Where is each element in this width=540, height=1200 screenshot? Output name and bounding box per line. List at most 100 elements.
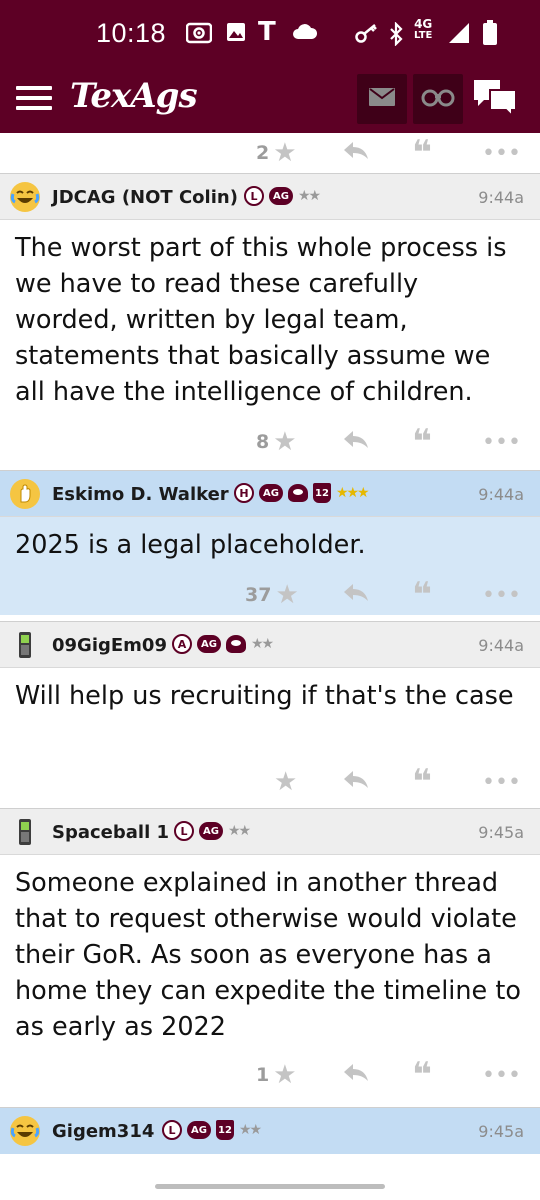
post-actions: 1 ★ ❝ •••	[0, 1055, 540, 1095]
post-actions: 8 ★ ❝ •••	[0, 422, 540, 462]
more-button[interactable]: •••	[482, 422, 521, 462]
quote-button[interactable]: ❝	[412, 762, 432, 802]
image-icon	[226, 22, 246, 49]
network-lte: LTE	[414, 30, 433, 41]
battery-icon	[482, 20, 498, 53]
user-stars: ★★	[250, 636, 274, 652]
post-time: 9:45a	[478, 1122, 524, 1141]
badge-l: L	[174, 821, 194, 841]
star-count: 37	[245, 584, 272, 606]
post: JDCAG (NOT Colin) L AG ★★ 9:44a The wors…	[0, 173, 540, 462]
more-button[interactable]: •••	[482, 133, 521, 173]
badge-l: L	[162, 1120, 182, 1140]
quote-icon: ❝	[412, 762, 432, 802]
quote-icon: ❝	[412, 133, 432, 173]
more-dots-icon: •••	[482, 1062, 521, 1088]
user-badges: L AG ★★	[174, 821, 251, 841]
post-body: 2025 is a legal placeholder.	[15, 530, 366, 560]
user-stars: ★★★	[335, 485, 370, 501]
more-button[interactable]: •••	[482, 1055, 521, 1095]
username[interactable]: Gigem314	[52, 1121, 154, 1142]
username[interactable]: Eskimo D. Walker	[52, 484, 229, 505]
star-button[interactable]: 37 ★	[245, 575, 299, 615]
username[interactable]: Spaceball 1	[52, 822, 169, 843]
mail-icon	[368, 87, 396, 111]
quote-button[interactable]: ❝	[412, 133, 432, 173]
post-header: Spaceball 1 L AG ★★ 9:45a	[0, 809, 540, 855]
reply-button[interactable]	[342, 1055, 370, 1095]
reply-button[interactable]	[342, 133, 370, 173]
post-actions: ★ ❝ •••	[0, 762, 540, 802]
post-actions: 2 ★ ❝ •••	[0, 133, 540, 173]
network-4g: 4G	[414, 17, 433, 31]
post-time: 9:44a	[478, 188, 524, 207]
gig-em-hand-avatar[interactable]	[10, 479, 40, 509]
star-button[interactable]: 8 ★	[256, 422, 297, 462]
texags-logo[interactable]: TexAgs	[70, 76, 198, 116]
more-button[interactable]: •••	[482, 575, 521, 615]
quote-button[interactable]: ❝	[412, 1055, 432, 1095]
screen-record-icon	[185, 22, 213, 51]
star-count: 1	[256, 1064, 270, 1086]
bluetooth-icon	[388, 21, 404, 53]
phone-avatar[interactable]	[14, 817, 44, 847]
username[interactable]: JDCAG (NOT Colin)	[52, 187, 238, 208]
gesture-nav-handle[interactable]	[155, 1184, 385, 1189]
star-icon: ★	[274, 767, 298, 797]
badge-ag: AG	[259, 484, 283, 502]
more-button[interactable]: •••	[482, 762, 521, 802]
helmet-badge-icon	[225, 635, 246, 653]
reply-button[interactable]	[342, 422, 370, 462]
post: Gigem314 L AG 12 ★★ 9:45a	[0, 1107, 540, 1154]
star-button[interactable]: 2 ★	[256, 133, 297, 173]
badge-ag: AG	[187, 1121, 211, 1139]
mail-button[interactable]	[357, 74, 407, 124]
signal-icon	[448, 22, 470, 51]
post: 09GigEm09 A AG ★★ 9:44a Will help us rec…	[0, 621, 540, 802]
post-time: 9:44a	[478, 636, 524, 655]
reply-icon	[342, 138, 370, 168]
star-count: 2	[256, 142, 270, 164]
app-bar: TexAgs	[0, 70, 540, 133]
quote-button[interactable]: ❝	[412, 422, 432, 462]
badge-12th-man: 12	[312, 483, 331, 503]
thread-feed: 2 ★ ❝ ••• JDCAG (NOT Colin) L AG ★★ 9:44…	[0, 133, 540, 1154]
quote-button[interactable]: ❝	[412, 575, 432, 615]
badge-h: H	[234, 483, 254, 503]
chat-button[interactable]	[470, 74, 520, 124]
reply-icon	[342, 580, 370, 610]
star-icon: ★	[273, 427, 297, 457]
reply-button[interactable]	[342, 762, 370, 802]
user-stars: ★★	[238, 1122, 262, 1138]
laughing-emoji-avatar[interactable]	[10, 182, 40, 212]
key-icon	[354, 22, 380, 51]
post-header: 09GigEm09 A AG ★★ 9:44a	[0, 622, 540, 668]
post-header: Eskimo D. Walker H AG 12 ★★★ 9:44a	[0, 471, 540, 517]
post-body: Someone explained in another thread that…	[15, 868, 521, 1042]
user-badges: L AG ★★	[244, 186, 321, 206]
post-header: Gigem314 L AG 12 ★★ 9:45a	[0, 1108, 540, 1154]
badge-ag: AG	[199, 822, 223, 840]
status-bar: 10:18 T 4G LTE	[0, 0, 540, 70]
quote-icon: ❝	[412, 1055, 432, 1095]
star-icon: ★	[273, 138, 297, 168]
post-time: 9:44a	[478, 485, 524, 504]
more-dots-icon: •••	[482, 582, 521, 608]
binoculars-button[interactable]	[413, 74, 463, 124]
reply-icon	[342, 1060, 370, 1090]
star-button[interactable]: ★	[274, 762, 297, 802]
badge-ag: AG	[269, 187, 293, 205]
user-stars: ★★	[227, 823, 251, 839]
phone-avatar[interactable]	[14, 630, 44, 660]
star-count: 8	[256, 431, 270, 453]
post-time: 9:45a	[478, 823, 524, 842]
post: Eskimo D. Walker H AG 12 ★★★ 9:44a 2025 …	[0, 470, 540, 615]
reply-button[interactable]	[342, 575, 370, 615]
binoculars-icon	[421, 87, 455, 111]
star-button[interactable]: 1 ★	[256, 1055, 297, 1095]
laughing-emoji-avatar[interactable]	[10, 1116, 40, 1146]
user-stars: ★★	[297, 188, 321, 204]
badge-ag: AG	[197, 635, 221, 653]
hamburger-menu-icon[interactable]	[16, 84, 52, 112]
username[interactable]: 09GigEm09	[52, 635, 167, 656]
